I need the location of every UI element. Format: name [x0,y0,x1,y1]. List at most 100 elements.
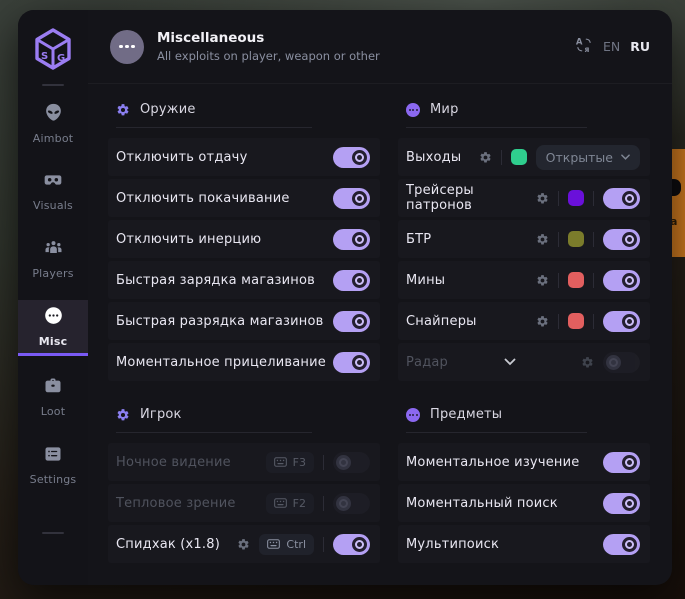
row-speedhack: Спидхак (x1.8) Ctrl [108,525,380,563]
right-column: Мир Выходы Открытые [398,90,650,566]
row-radar: Радар [398,343,650,381]
lang-ru-button[interactable]: RU [630,39,650,54]
row-btr: БТР [398,220,650,258]
keyboard-icon [267,539,280,549]
sidebar-item-loot[interactable]: Loot [18,370,88,424]
toggle[interactable] [603,352,640,373]
hotkey-badge[interactable]: F2 [266,493,314,514]
section-header-items: Предметы [398,395,650,432]
divider [593,191,594,206]
gear-icon[interactable] [536,233,549,246]
sidebar: S G Aimbot [18,10,88,585]
toggle[interactable] [603,452,640,473]
section-title: Предметы [430,407,502,422]
main-panel: Miscellaneous All exploits on player, we… [88,10,672,585]
toggle[interactable] [333,534,370,555]
section-divider [116,432,312,433]
toggle[interactable] [603,188,640,209]
sidebar-item-label: Visuals [33,199,73,212]
sidebar-item-aimbot[interactable]: Aimbot [18,96,88,150]
exits-dropdown[interactable]: Открытые [536,145,640,170]
toggle[interactable] [603,270,640,291]
language-switcher: A я EN RU [575,36,650,58]
toggle[interactable] [333,311,370,332]
row-snipers: Снайперы [398,302,650,340]
cheat-menu-window: S G Aimbot [18,10,672,585]
sidebar-item-label: Loot [41,405,66,418]
section-divider [406,432,587,433]
divider [593,273,594,288]
sidebar-item-settings[interactable]: Settings [18,438,88,492]
dots-circle-icon [406,408,420,422]
toggle[interactable] [603,493,640,514]
gear-icon[interactable] [536,315,549,328]
section-header-world: Мир [398,90,650,127]
toggle[interactable] [333,229,370,250]
hotkey-badge[interactable]: F3 [266,452,314,473]
divider [501,150,502,165]
list-icon [43,444,63,468]
toggle[interactable] [333,270,370,291]
goggles-icon [42,170,64,194]
chevron-down-icon [621,154,630,160]
row-mines: Мины [398,261,650,299]
sidebar-item-players[interactable]: Players [18,232,88,286]
toggle[interactable] [333,352,370,373]
ellipsis-circle-icon [110,30,144,64]
toggle[interactable] [333,452,370,473]
alien-icon [43,102,64,127]
gear-icon[interactable] [479,151,492,164]
color-swatch[interactable] [568,190,584,206]
color-swatch[interactable] [511,149,527,165]
ellipsis-icon [43,305,64,330]
color-swatch[interactable] [568,231,584,247]
gear-icon[interactable] [536,192,549,205]
sidebar-item-label: Aimbot [33,132,74,145]
toggle[interactable] [333,188,370,209]
toggle[interactable] [333,493,370,514]
lang-en-button[interactable]: EN [603,39,620,54]
gear-icon[interactable] [536,274,549,287]
section-title: Мир [430,102,459,117]
row-instant-examine: Моментальное изучение [398,443,650,481]
row-instant-search: Моментальный поиск [398,484,650,522]
color-swatch[interactable] [568,313,584,329]
players-icon [43,238,64,262]
sidebar-item-visuals[interactable]: Visuals [18,164,88,218]
app-logo-icon: S G [32,26,74,72]
toggle[interactable] [603,534,640,555]
sidebar-divider [42,84,64,86]
left-column: Оружие Отключить отдачу Отключить покачи… [108,90,380,566]
keyboard-icon [274,457,287,467]
sidebar-nav: Aimbot Visuals [18,96,88,506]
expand-chevron-icon[interactable] [504,358,516,366]
page-title: Miscellaneous [157,30,380,46]
svg-text:G: G [57,53,65,64]
briefcase-icon [43,376,63,400]
sidebar-item-misc[interactable]: Misc [18,300,88,356]
sidebar-item-label: Settings [30,473,77,486]
row-disable-sway: Отключить покачивание [108,179,380,217]
toggle[interactable] [603,229,640,250]
divider [323,496,324,511]
section-title: Оружие [140,102,196,117]
divider [323,537,324,552]
row-disable-recoil: Отключить отдачу [108,138,380,176]
row-thermal-vision: Тепловое зрение F2 [108,484,380,522]
row-fast-reload: Быстрая зарядка магазинов [108,261,380,299]
gear-icon [116,103,130,117]
section-title: Игрок [140,407,182,422]
toggle[interactable] [603,311,640,332]
section-header-weapon: Оружие [108,90,380,127]
color-swatch[interactable] [568,272,584,288]
dots-circle-icon [406,103,420,117]
row-multisearch: Мультипоиск [398,525,650,563]
gear-icon[interactable] [237,538,250,551]
page-subtitle: All exploits on player, weapon or other [157,49,380,63]
translate-icon: A я [575,36,593,58]
gear-icon[interactable] [581,356,594,369]
divider [558,191,559,206]
toggle[interactable] [333,147,370,168]
hotkey-badge[interactable]: Ctrl [259,534,314,555]
section-header-player: Игрок [108,395,380,432]
